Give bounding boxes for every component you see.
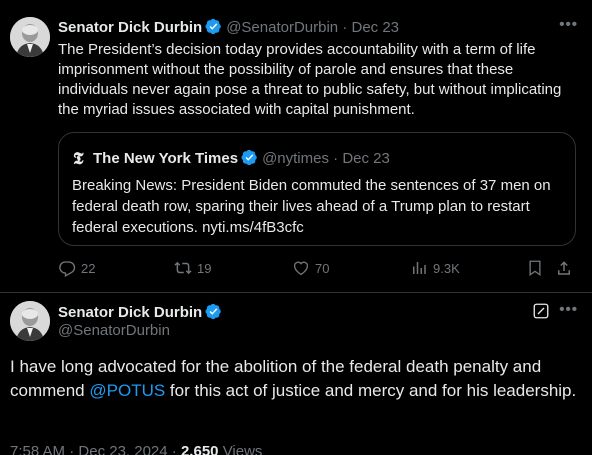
tweet-text: The President’s decision today provides … (58, 41, 562, 118)
author-name[interactable]: Senator Dick Durbin (58, 19, 202, 36)
views-button[interactable]: 9.3K (410, 259, 460, 277)
quoted-tweet-date: Dec 23 (342, 150, 390, 167)
main-author-name[interactable]: Senator Dick Durbin (58, 303, 226, 321)
verified-badge-icon (205, 303, 221, 320)
quoted-tweet-card[interactable]: 𝕿 The New York Times @nytimes · Dec 23 Bre… (58, 132, 576, 246)
repost-count: 19 (197, 260, 212, 276)
reply-count: 22 (81, 260, 96, 276)
tweet-text-part: for this act of justice and mercy and fo… (165, 381, 577, 400)
separator: · (333, 150, 339, 167)
quoted-tweet-text: Breaking News: President Biden commuted … (72, 177, 551, 236)
quoting-tweet[interactable]: Senator Dick Durbin @SenatorDurbin · Dec … (0, 0, 592, 292)
views-label: Views (222, 443, 263, 455)
verified-badge-icon (241, 149, 257, 166)
more-options-icon[interactable]: ••• (559, 16, 578, 33)
main-author-handle[interactable]: @SenatorDurbin (58, 322, 170, 339)
bookmark-button[interactable] (526, 259, 549, 277)
repost-button[interactable]: 19 (174, 259, 211, 277)
views-count: 2,650 (180, 443, 219, 455)
separator: · (171, 443, 177, 455)
tweet-full-date[interactable]: Dec 23, 2024 (78, 443, 167, 455)
separator: · (69, 443, 75, 455)
like-button[interactable]: 70 (292, 259, 329, 277)
author-name[interactable]: Senator Dick Durbin (58, 304, 202, 321)
views-count: 9.3K (433, 260, 460, 276)
nyt-logo-icon: 𝕿 (73, 149, 84, 169)
avatar-photo-icon (10, 17, 50, 57)
grok-icon[interactable] (532, 302, 550, 320)
main-tweet-text: I have long advocated for the abolition … (10, 355, 580, 403)
author-handle[interactable]: @SenatorDurbin (226, 19, 338, 36)
tweet-date[interactable]: Dec 23 (352, 19, 400, 36)
tweet-actions: 22 19 70 9.3K (58, 259, 578, 279)
heart-icon (293, 261, 309, 276)
avatar[interactable] (10, 301, 50, 341)
tweet-header: Senator Dick Durbin @SenatorDurbin · Dec … (58, 18, 399, 36)
share-icon (558, 261, 570, 275)
quoted-author-handle: @nytimes (262, 150, 329, 167)
divider (0, 292, 592, 293)
quoted-tweet-header: 𝕿 The New York Times @nytimes · Dec 23 (73, 149, 390, 169)
reply-icon (59, 261, 76, 277)
avatar-photo-icon (10, 301, 50, 341)
more-options-icon[interactable]: ••• (559, 301, 578, 318)
share-button[interactable] (555, 259, 578, 277)
reply-button[interactable]: 22 (58, 259, 95, 277)
verified-badge-icon (205, 18, 221, 35)
like-count: 70 (315, 260, 330, 276)
tweet-time[interactable]: 7:58 AM (10, 443, 65, 455)
separator: · (342, 19, 348, 36)
mention-link[interactable]: @POTUS (89, 381, 165, 400)
tweet-meta: 7:58 AM · Dec 23, 2024 · 2,650 Views (10, 443, 262, 455)
bookmark-icon (529, 260, 541, 277)
views-chart-icon (413, 262, 426, 274)
repost-icon (174, 261, 192, 275)
quoted-author-name: The New York Times (93, 150, 239, 167)
avatar[interactable] (10, 17, 50, 57)
